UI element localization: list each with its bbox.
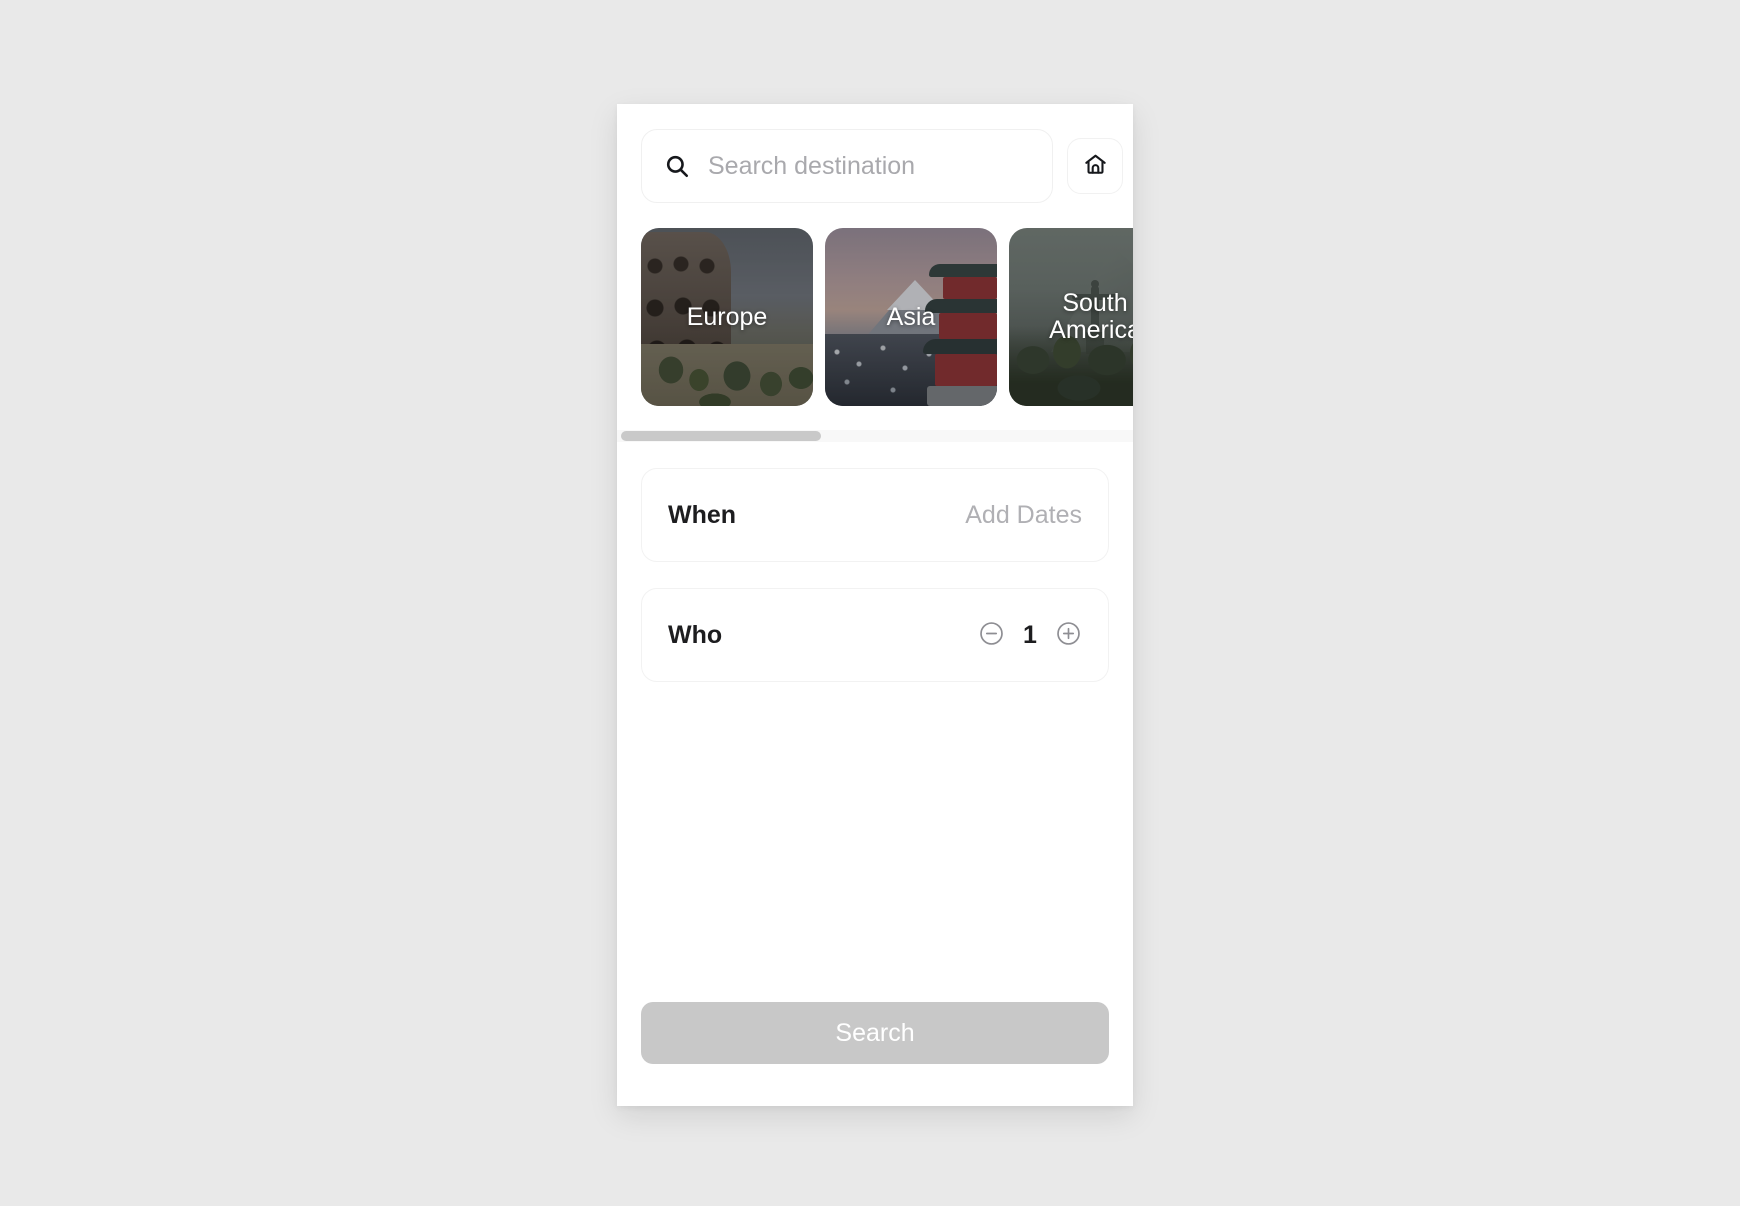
- search-icon: [664, 153, 690, 179]
- destination-cards-strip: Europe Asia South America: [617, 228, 1133, 406]
- who-label: Who: [668, 620, 723, 649]
- destination-card-asia[interactable]: Asia: [825, 228, 997, 406]
- search-input[interactable]: [708, 151, 1030, 181]
- search-field-container[interactable]: [641, 129, 1053, 203]
- destination-label: Asia: [886, 302, 936, 331]
- increment-guests-button[interactable]: [1055, 622, 1082, 649]
- carousel-scrollbar-thumb[interactable]: [621, 431, 821, 441]
- when-value[interactable]: Add Dates: [965, 501, 1082, 530]
- search-fields: When Add Dates Who 1: [617, 442, 1133, 682]
- who-field-row[interactable]: Who 1: [641, 588, 1109, 682]
- destination-card-europe[interactable]: Europe: [641, 228, 813, 406]
- guest-stepper: 1: [978, 621, 1082, 650]
- when-label: When: [668, 500, 737, 529]
- destination-label: Europe: [686, 302, 768, 331]
- footer: Search: [617, 1002, 1133, 1106]
- home-icon: [1083, 152, 1108, 180]
- search-row: [617, 104, 1133, 203]
- mobile-app-panel: Europe Asia: [617, 104, 1133, 1106]
- plus-circle-icon: [1055, 620, 1082, 650]
- minus-circle-icon: [978, 620, 1005, 650]
- search-submit-button[interactable]: Search: [641, 1002, 1109, 1064]
- destination-carousel[interactable]: Europe Asia South America: [617, 228, 1133, 406]
- app-background: Europe Asia: [0, 0, 1740, 1206]
- destination-card-south-america[interactable]: South America: [1009, 228, 1133, 406]
- decrement-guests-button[interactable]: [978, 622, 1005, 649]
- guest-count-value: 1: [1023, 620, 1037, 649]
- home-button[interactable]: [1067, 138, 1123, 194]
- when-field-row[interactable]: When Add Dates: [641, 468, 1109, 562]
- destination-label: South America: [1049, 289, 1133, 344]
- carousel-scrollbar-track[interactable]: [617, 430, 1133, 442]
